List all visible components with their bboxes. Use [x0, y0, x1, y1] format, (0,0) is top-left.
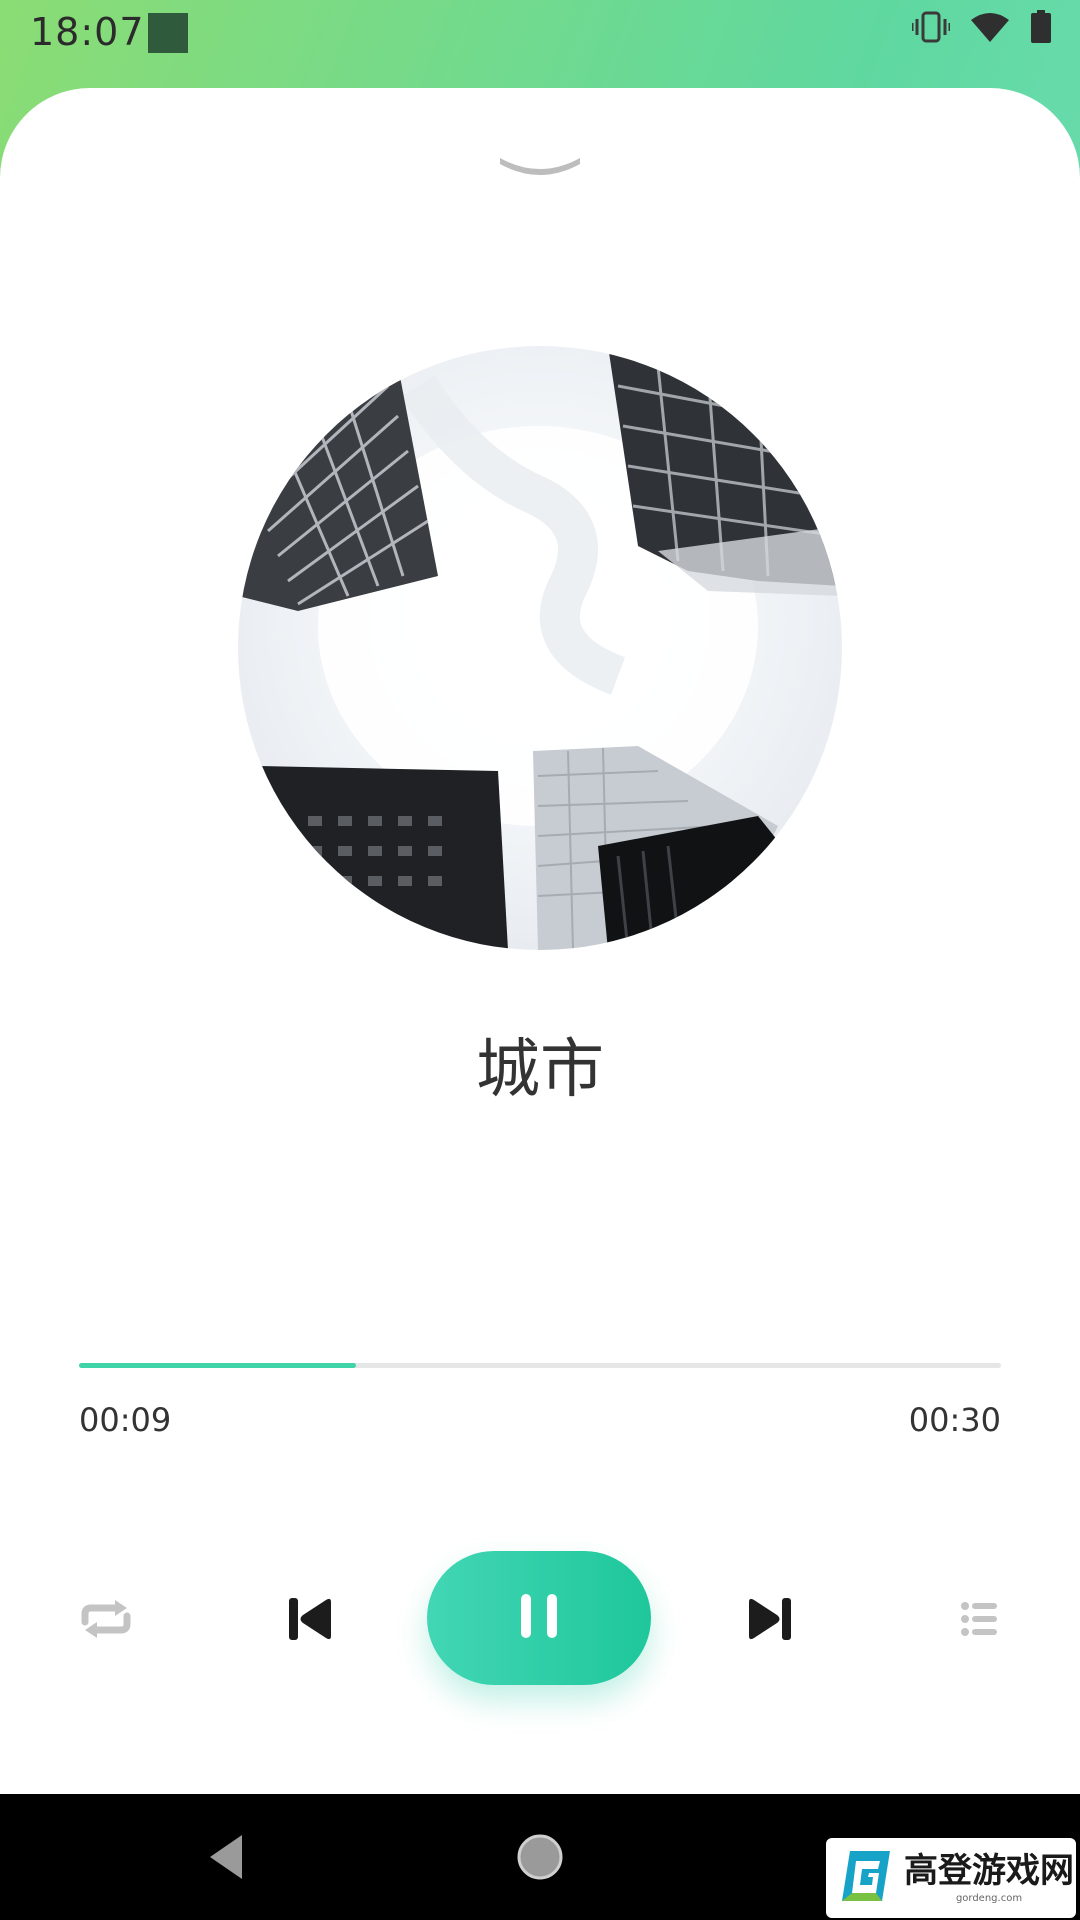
watermark-title: 高登游戏网 [904, 1851, 1074, 1891]
wifi-icon [970, 11, 1010, 43]
previous-icon [287, 1596, 333, 1646]
status-time: 18:07 [30, 10, 145, 54]
playlist-icon [961, 1602, 997, 1640]
vibrate-icon [912, 11, 950, 43]
current-time: 00:09 [79, 1401, 172, 1439]
album-cover [238, 346, 842, 950]
collapse-chevron-icon[interactable] [496, 150, 584, 190]
next-icon [747, 1596, 793, 1646]
total-time: 00:30 [908, 1401, 1001, 1439]
home-icon[interactable] [515, 1832, 565, 1886]
battery-icon [1030, 10, 1052, 44]
next-button[interactable] [740, 1585, 800, 1657]
watermark-url: gordeng.com [955, 1893, 1023, 1904]
repeat-icon [77, 1600, 135, 1642]
notification-icon [148, 13, 188, 53]
playback-controls [0, 1551, 1080, 1691]
player-card: 城市 00:09 00:30 [0, 88, 1080, 1794]
pause-icon [519, 1592, 559, 1644]
progress-fill [79, 1363, 356, 1368]
playlist-button[interactable] [955, 1585, 1003, 1657]
back-icon[interactable] [206, 1833, 246, 1885]
watermark-logo-icon [838, 1847, 894, 1909]
watermark: 高登游戏网 gordeng.com [826, 1838, 1076, 1918]
pause-button[interactable] [427, 1551, 651, 1685]
previous-button[interactable] [280, 1585, 340, 1657]
progress-bar[interactable] [79, 1363, 1001, 1368]
status-icons [912, 10, 1052, 44]
status-bar: 18:07 [0, 0, 1080, 88]
song-title: 城市 [476, 1033, 604, 1107]
repeat-button[interactable] [70, 1585, 142, 1657]
